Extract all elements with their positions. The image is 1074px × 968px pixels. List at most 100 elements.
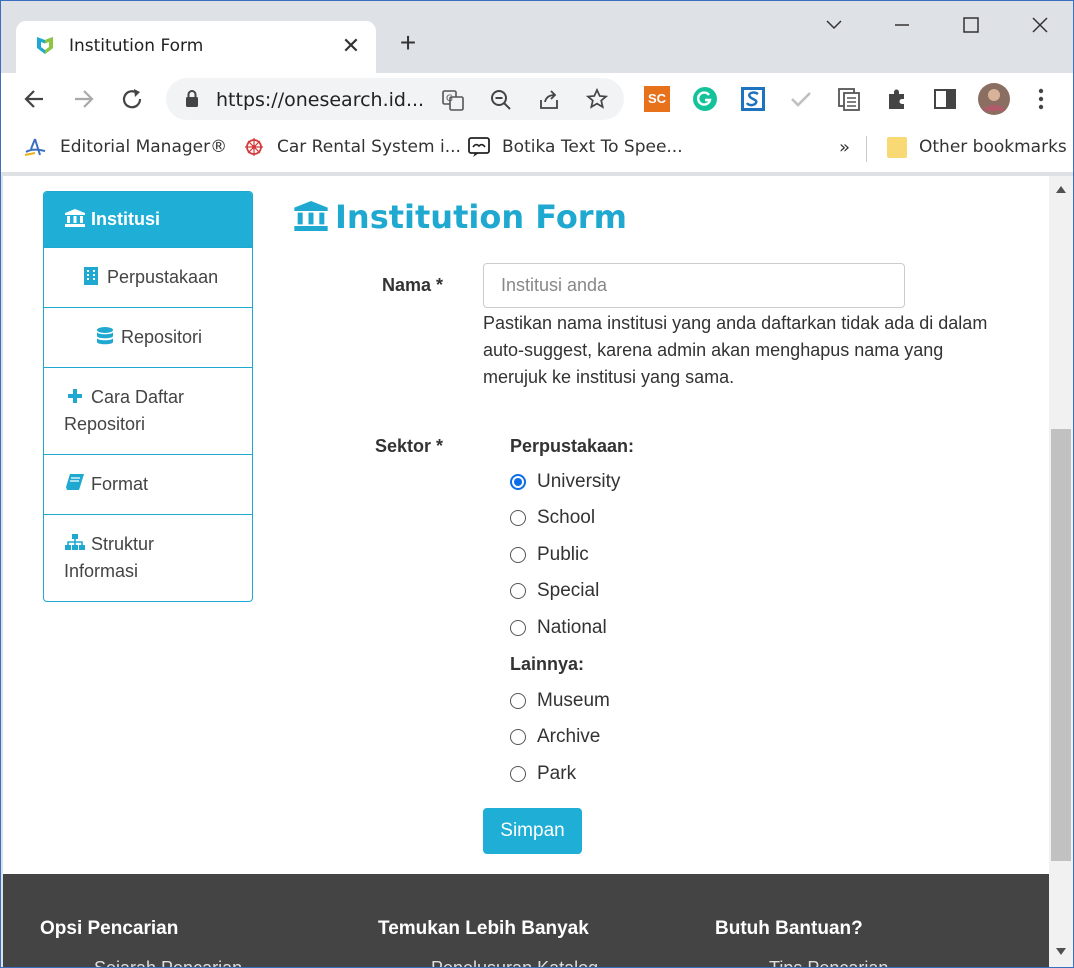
nama-label: Nama * bbox=[381, 275, 443, 295]
footer-link-penelusuran[interactable]: Penelusuran Katalog bbox=[431, 958, 598, 967]
bookmark-botika[interactable]: Botika Text To Spee... bbox=[502, 137, 683, 157]
footer-link-sejarah[interactable]: Sejarah Pencarian bbox=[94, 958, 242, 967]
page-title-text: Institution Form bbox=[335, 198, 627, 236]
sidebar-item-label-line2: Repositori bbox=[64, 414, 146, 434]
url-text: https://onesearch.id... bbox=[216, 89, 425, 111]
grammarly-icon[interactable] bbox=[692, 86, 718, 112]
page-title: Institution Form bbox=[293, 198, 627, 239]
tab-title: Institution Form bbox=[69, 36, 204, 56]
checkmark-icon[interactable] bbox=[788, 86, 814, 112]
sidebar-item-label: Format bbox=[91, 474, 149, 494]
browser-toolbar: https://onesearch.id... G SC bbox=[1, 73, 1073, 125]
botika-icon bbox=[468, 137, 490, 157]
browser-tab[interactable]: Institution Form ✕ bbox=[16, 21, 376, 73]
copy-extension-icon[interactable] bbox=[836, 86, 862, 112]
footer-heading-opsi: Opsi Pencarian bbox=[40, 918, 179, 939]
sidebar-item-cara-daftar[interactable]: Cara Daftar Repositori bbox=[44, 367, 252, 454]
s-extension-icon[interactable] bbox=[740, 86, 766, 112]
bookmarks-divider bbox=[866, 136, 867, 162]
scroll-up-arrow-icon[interactable] bbox=[1054, 183, 1068, 195]
radio-label: Museum bbox=[537, 690, 610, 711]
radio-label: Special bbox=[537, 580, 600, 601]
nama-help-text: Pastikan nama institusi yang anda daftar… bbox=[483, 313, 988, 387]
sidebar-nav: Institusi Perpustakaan Repositori Cara D… bbox=[43, 191, 253, 602]
bookmark-editorial-manager[interactable]: Editorial Manager® bbox=[60, 137, 227, 157]
scrollbar-thumb[interactable] bbox=[1051, 429, 1071, 861]
footer-heading-bantuan: Butuh Bantuan? bbox=[715, 918, 863, 939]
more-menu-icon[interactable] bbox=[1028, 86, 1054, 112]
site-logo-icon bbox=[37, 37, 53, 54]
share-icon[interactable] bbox=[537, 88, 561, 112]
database-icon bbox=[94, 324, 116, 351]
sidebar-item-label: Institusi bbox=[91, 209, 161, 229]
sidebar-item-label: Perpustakaan bbox=[107, 267, 219, 287]
address-bar[interactable]: https://onesearch.id... G bbox=[166, 78, 624, 120]
zoom-icon[interactable] bbox=[489, 88, 513, 112]
sidebar-item-label-line2: Informasi bbox=[64, 561, 139, 581]
radio-label: National bbox=[537, 617, 607, 638]
sektor-label: Sektor * bbox=[374, 436, 443, 456]
radio-label: University bbox=[537, 471, 621, 492]
chevron-down-icon[interactable] bbox=[819, 11, 849, 39]
sidebar-item-repositori[interactable]: Repositori bbox=[44, 307, 252, 367]
radio-button[interactable] bbox=[510, 583, 526, 599]
bank-icon bbox=[64, 206, 86, 233]
svg-text:G: G bbox=[446, 94, 453, 104]
minimize-icon[interactable] bbox=[887, 11, 917, 39]
profile-avatar-icon[interactable] bbox=[977, 82, 1011, 116]
car-rental-icon bbox=[245, 138, 263, 156]
nama-input[interactable] bbox=[483, 263, 905, 308]
sc-extension-icon[interactable]: SC bbox=[644, 86, 670, 112]
sitemap-icon bbox=[64, 531, 86, 558]
sidebar-item-institusi[interactable]: Institusi bbox=[44, 192, 252, 247]
plus-icon bbox=[64, 384, 86, 411]
simpan-button[interactable]: Simpan bbox=[483, 808, 582, 854]
tab-strip: Institution Form ✕ + bbox=[1, 1, 1073, 73]
back-arrow-icon[interactable] bbox=[21, 85, 49, 113]
bookmark-star-icon[interactable] bbox=[585, 87, 609, 111]
close-tab-icon[interactable]: ✕ bbox=[339, 33, 363, 59]
group-lainnya-label: Lainnya: bbox=[510, 654, 585, 674]
side-panel-icon[interactable] bbox=[932, 86, 958, 112]
other-bookmarks[interactable]: Other bookmarks bbox=[919, 137, 1067, 157]
bookmark-car-rental[interactable]: Car Rental System i... bbox=[277, 137, 461, 157]
scroll-down-arrow-icon[interactable] bbox=[1054, 946, 1068, 958]
bank-icon bbox=[293, 201, 329, 239]
page-footer: Opsi Pencarian Temukan Lebih Banyak Butu… bbox=[3, 874, 1049, 967]
bookmarks-bar: Editorial Manager® Car Rental System i..… bbox=[1, 125, 1073, 173]
group-perpustakaan-label: Perpustakaan: bbox=[510, 436, 635, 456]
forward-arrow-icon[interactable] bbox=[69, 85, 97, 113]
new-tab-button[interactable]: + bbox=[396, 29, 420, 57]
sidebar-item-format[interactable]: Format bbox=[44, 454, 252, 514]
reload-icon[interactable] bbox=[118, 85, 146, 113]
sidebar-item-label: Struktur bbox=[91, 534, 155, 554]
radio-button-checked[interactable] bbox=[510, 474, 526, 490]
sidebar-item-label: Repositori bbox=[121, 327, 203, 347]
sidebar-item-perpustakaan[interactable]: Perpustakaan bbox=[44, 247, 252, 307]
radio-button[interactable] bbox=[510, 547, 526, 563]
book-icon bbox=[64, 471, 86, 498]
sidebar-item-label: Cara Daftar bbox=[91, 387, 185, 407]
building-icon bbox=[80, 264, 102, 291]
radio-label: Public bbox=[537, 544, 589, 565]
footer-link-tips[interactable]: Tips Pencarian bbox=[769, 958, 888, 967]
footer-heading-temukan: Temukan Lebih Banyak bbox=[378, 918, 589, 939]
bookmarks-overflow-button[interactable]: » bbox=[839, 137, 850, 158]
radio-label: Park bbox=[537, 763, 577, 784]
radio-label: Archive bbox=[537, 726, 601, 747]
browser-window: Institution Form ✕ + https://onesearch.i… bbox=[0, 0, 1074, 968]
radio-button[interactable] bbox=[510, 510, 526, 526]
radio-button[interactable] bbox=[510, 766, 526, 782]
radio-button[interactable] bbox=[510, 729, 526, 745]
maximize-icon[interactable] bbox=[956, 11, 986, 39]
radio-button[interactable] bbox=[510, 620, 526, 636]
radio-label: School bbox=[537, 507, 596, 528]
page-content: Institusi Perpustakaan Repositori Cara D… bbox=[3, 176, 1049, 967]
close-window-icon[interactable] bbox=[1025, 11, 1055, 39]
editorial-manager-icon bbox=[24, 138, 46, 156]
lock-icon bbox=[186, 90, 198, 107]
sidebar-item-struktur[interactable]: Struktur Informasi bbox=[44, 514, 252, 601]
puzzle-extensions-icon[interactable] bbox=[884, 86, 910, 112]
translate-icon[interactable]: G bbox=[441, 88, 465, 112]
radio-button[interactable] bbox=[510, 693, 526, 709]
